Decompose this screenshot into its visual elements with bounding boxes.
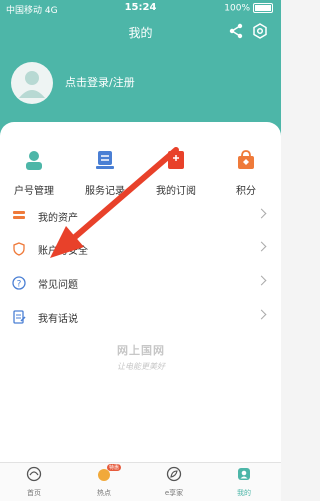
watermark: 网上国网 让电能更美好 xyxy=(96,342,186,372)
menu-item-label: 我有话说 xyxy=(38,314,78,325)
security-shield-icon xyxy=(13,242,25,256)
chevron-right-icon xyxy=(256,208,267,219)
menu-item-feedback[interactable]: 我有话说 xyxy=(0,302,281,334)
menu-item-assets[interactable]: 我的资产 xyxy=(0,201,281,233)
tab-e-home[interactable]: e享家 xyxy=(146,466,202,498)
tab-hot[interactable]: 特惠 热点 xyxy=(76,464,132,498)
tab-label: 我的 xyxy=(237,489,251,497)
avatar[interactable] xyxy=(11,62,53,104)
watermark-slogan: 让电能更美好 xyxy=(117,362,165,371)
user-account-icon xyxy=(26,151,42,170)
svg-text:?: ? xyxy=(17,280,22,290)
battery-icon xyxy=(253,3,273,13)
tab-label: 首页 xyxy=(27,489,41,497)
quick-action-label: 户号管理 xyxy=(14,186,54,197)
chevron-right-icon xyxy=(256,309,267,320)
leaf-icon xyxy=(166,466,182,482)
quick-action-label: 服务记录 xyxy=(85,186,125,197)
watermark-title: 网上国网 xyxy=(117,344,165,357)
chevron-right-icon xyxy=(256,275,267,286)
status-bar: 中国移动 4G 15:24 100% xyxy=(0,0,281,18)
quick-action-label: 我的订阅 xyxy=(156,186,196,197)
tab-badge: 特惠 xyxy=(107,464,122,471)
assets-icon xyxy=(13,211,25,219)
question-icon: ? xyxy=(12,276,26,290)
menu-item-faq[interactable]: ? 常见问题 xyxy=(0,268,281,300)
share-icon[interactable] xyxy=(228,23,244,39)
gear-icon[interactable] xyxy=(252,23,268,39)
menu-item-account-security[interactable]: 账户与安全 xyxy=(0,234,281,266)
quick-action-account[interactable]: 户号管理 xyxy=(4,150,64,197)
menu-item-label: 账户与安全 xyxy=(38,246,88,257)
content-card: 户号管理 服务记录 我的订阅 积分 我的资产 账户与安全 ? 常见问题 我有话说 xyxy=(0,122,281,462)
home-icon xyxy=(26,466,42,482)
login-register-link[interactable]: 点击登录/注册 xyxy=(65,74,135,90)
tab-label: 热点 xyxy=(97,489,111,497)
menu-item-label: 我的资产 xyxy=(38,213,78,224)
tab-me[interactable]: 我的 xyxy=(216,466,272,498)
default-avatar-icon xyxy=(19,71,45,98)
service-record-icon xyxy=(96,151,114,169)
chevron-right-icon xyxy=(256,241,267,252)
tab-label: e享家 xyxy=(164,489,184,497)
quick-action-service-record[interactable]: 服务记录 xyxy=(75,150,135,197)
quick-action-points[interactable]: 积分 xyxy=(216,150,276,197)
menu-item-label: 常见问题 xyxy=(38,280,78,291)
quick-action-label: 积分 xyxy=(236,186,256,197)
bottom-tab-bar: 首页 特惠 热点 e享家 我的 xyxy=(0,462,281,501)
battery-percent: 100% xyxy=(224,3,250,14)
me-icon xyxy=(238,468,250,480)
quick-action-subscription[interactable]: 我的订阅 xyxy=(146,150,206,197)
subscription-icon xyxy=(168,151,184,169)
tab-home[interactable]: 首页 xyxy=(6,466,62,498)
points-bag-icon xyxy=(238,150,254,169)
feedback-icon xyxy=(13,310,26,324)
